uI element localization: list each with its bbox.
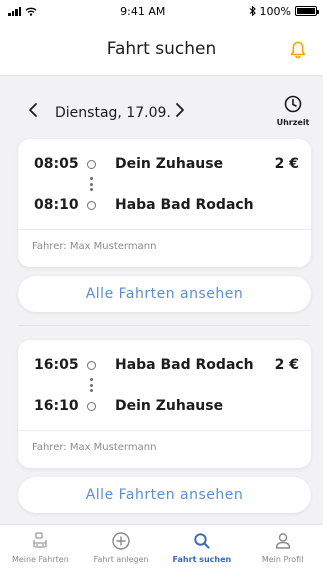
wifi-icon — [25, 7, 37, 16]
car-seat-icon — [33, 532, 48, 548]
previous-day-button[interactable] — [28, 102, 38, 123]
plus-circle-icon — [112, 532, 130, 550]
tab-search-ride[interactable]: Fahrt suchen — [162, 525, 243, 574]
date-navigation: Dienstag, 17.09. Uhrzeit — [0, 92, 323, 136]
trip-departure: 16:05 Haba Bad Rodach 2 € — [18, 354, 311, 376]
status-time: 9:41 AM — [120, 4, 166, 18]
chevron-left-icon — [29, 103, 37, 117]
date-label: Dienstag, 17.09. — [55, 105, 171, 121]
signal-icon — [8, 6, 21, 16]
divider — [18, 430, 311, 431]
trip-arrival: 16:10 Dein Zuhause — [18, 395, 311, 417]
stop-marker — [87, 360, 96, 370]
time-filter-label: Uhrzeit — [276, 118, 310, 127]
search-icon — [194, 533, 210, 549]
trip-card[interactable]: 08:05 Dein Zuhause 2 € 08:10 Haba Bad Ro… — [18, 139, 311, 267]
tab-bar: Meine Fahrten Fahrt anlegen Fahrt suchen… — [0, 524, 323, 574]
departure-time: 16:05 — [34, 357, 79, 373]
bell-icon[interactable] — [289, 40, 307, 60]
tab-label: Fahrt suchen — [172, 555, 232, 564]
page-title: Fahrt suchen — [106, 38, 217, 59]
departure-stop: Haba Bad Rodach — [115, 357, 254, 373]
arrival-time: 16:10 — [34, 398, 79, 414]
arrival-time: 08:10 — [34, 197, 79, 213]
trip-departure: 08:05 Dein Zuhause 2 € — [18, 153, 311, 175]
all-rides-button[interactable]: Alle Fahrten ansehen — [18, 276, 311, 312]
status-left — [8, 6, 37, 16]
battery-percent: 100% — [259, 4, 291, 18]
tab-label: Mein Profil — [261, 555, 304, 564]
divider — [18, 229, 311, 230]
tab-my-profile[interactable]: Mein Profil — [242, 525, 323, 574]
route-dots — [90, 177, 93, 194]
stop-marker — [87, 200, 96, 210]
tab-create-ride[interactable]: Fahrt anlegen — [81, 525, 162, 574]
trip-price: 2 € — [274, 156, 299, 172]
header: Fahrt suchen — [0, 22, 323, 76]
tab-my-rides[interactable]: Meine Fahrten — [0, 525, 81, 574]
trip-price: 2 € — [274, 357, 299, 373]
status-bar: 9:41 AM 100% — [0, 0, 323, 22]
trip-card[interactable]: 16:05 Haba Bad Rodach 2 € 16:10 Dein Zuh… — [18, 340, 311, 468]
chevron-right-icon — [176, 103, 184, 117]
clock-icon — [284, 95, 302, 113]
section-divider — [18, 325, 311, 326]
arrival-stop: Dein Zuhause — [115, 398, 224, 414]
tab-label: Meine Fahrten — [11, 555, 69, 564]
next-day-button[interactable] — [175, 102, 185, 123]
route-dots — [90, 378, 93, 395]
stop-marker — [87, 401, 96, 411]
trip-arrival: 08:10 Haba Bad Rodach — [18, 194, 311, 216]
departure-stop: Dein Zuhause — [115, 156, 224, 172]
stop-marker — [87, 159, 96, 169]
tab-label: Fahrt anlegen — [93, 555, 149, 564]
all-rides-button[interactable]: Alle Fahrten ansehen — [18, 477, 311, 513]
driver-name: Fahrer: Max Mustermann — [32, 241, 157, 252]
bluetooth-icon — [249, 6, 256, 16]
battery-icon — [294, 6, 319, 16]
time-filter-button[interactable]: Uhrzeit — [276, 95, 310, 127]
arrival-stop: Haba Bad Rodach — [115, 197, 254, 213]
departure-time: 08:05 — [34, 156, 79, 172]
user-icon — [275, 533, 290, 549]
driver-name: Fahrer: Max Mustermann — [32, 442, 157, 453]
status-right: 100% — [249, 4, 319, 18]
